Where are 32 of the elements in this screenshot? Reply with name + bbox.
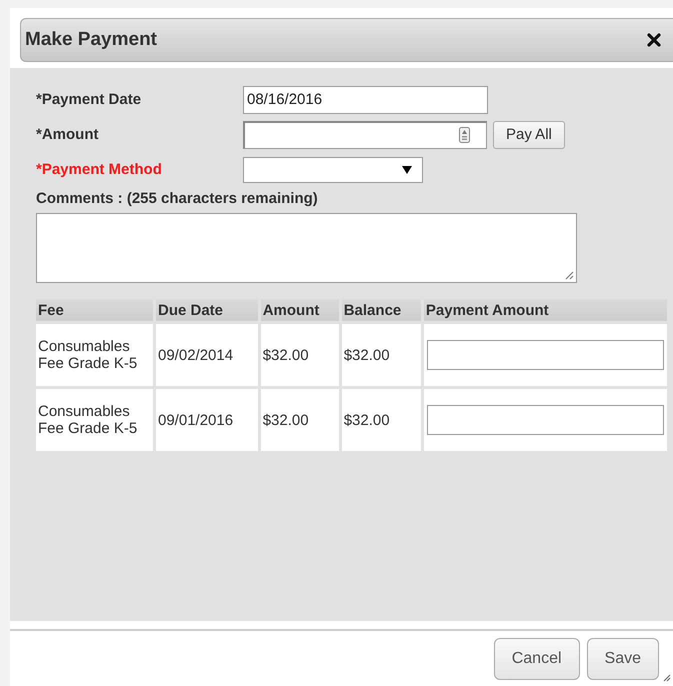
column-header: Due Date: [156, 299, 258, 321]
field-label: *Payment Method: [36, 161, 163, 178]
table-cell: $32.00: [260, 389, 339, 451]
field-label: *Amount: [36, 126, 100, 143]
table-cell: $32.00: [342, 324, 421, 386]
dialog-title: Make Payment: [25, 29, 158, 51]
table-cell: 09/02/2014: [156, 324, 258, 386]
table-cell: Consumables Fee Grade K-5: [36, 389, 153, 451]
column-header: Balance: [342, 299, 421, 321]
comments-label: Comments : (255 characters remaining): [36, 190, 319, 207]
payment-amount-input[interactable]: [426, 405, 664, 435]
table-cell: Consumables Fee Grade K-5: [36, 324, 153, 386]
column-header: Payment Amount: [424, 299, 667, 321]
table-cell: 09/01/2016: [156, 389, 258, 451]
payment-method-select[interactable]: [243, 156, 423, 182]
resize-grip-icon[interactable]: [663, 674, 671, 682]
footer-button[interactable]: Save: [586, 638, 659, 680]
table-cell: $32.00: [342, 389, 421, 451]
comments-textarea[interactable]: [36, 213, 577, 283]
pay-all-button[interactable]: Pay All: [493, 120, 565, 148]
footer-button[interactable]: Cancel: [494, 638, 580, 680]
close-icon[interactable]: [647, 33, 661, 47]
spinner-icon[interactable]: [459, 127, 470, 143]
date-input[interactable]: 08/16/2016: [243, 86, 488, 114]
amount-input[interactable]: [243, 120, 487, 148]
field-label: *Payment Date: [36, 91, 142, 108]
table-cell: $32.00: [260, 324, 339, 386]
resize-grip-icon[interactable]: [565, 271, 574, 280]
payment-amount-input[interactable]: [426, 340, 664, 370]
dropdown-caret-icon: [402, 166, 412, 174]
column-header: Fee: [36, 299, 153, 321]
column-header: Amount: [260, 299, 339, 321]
